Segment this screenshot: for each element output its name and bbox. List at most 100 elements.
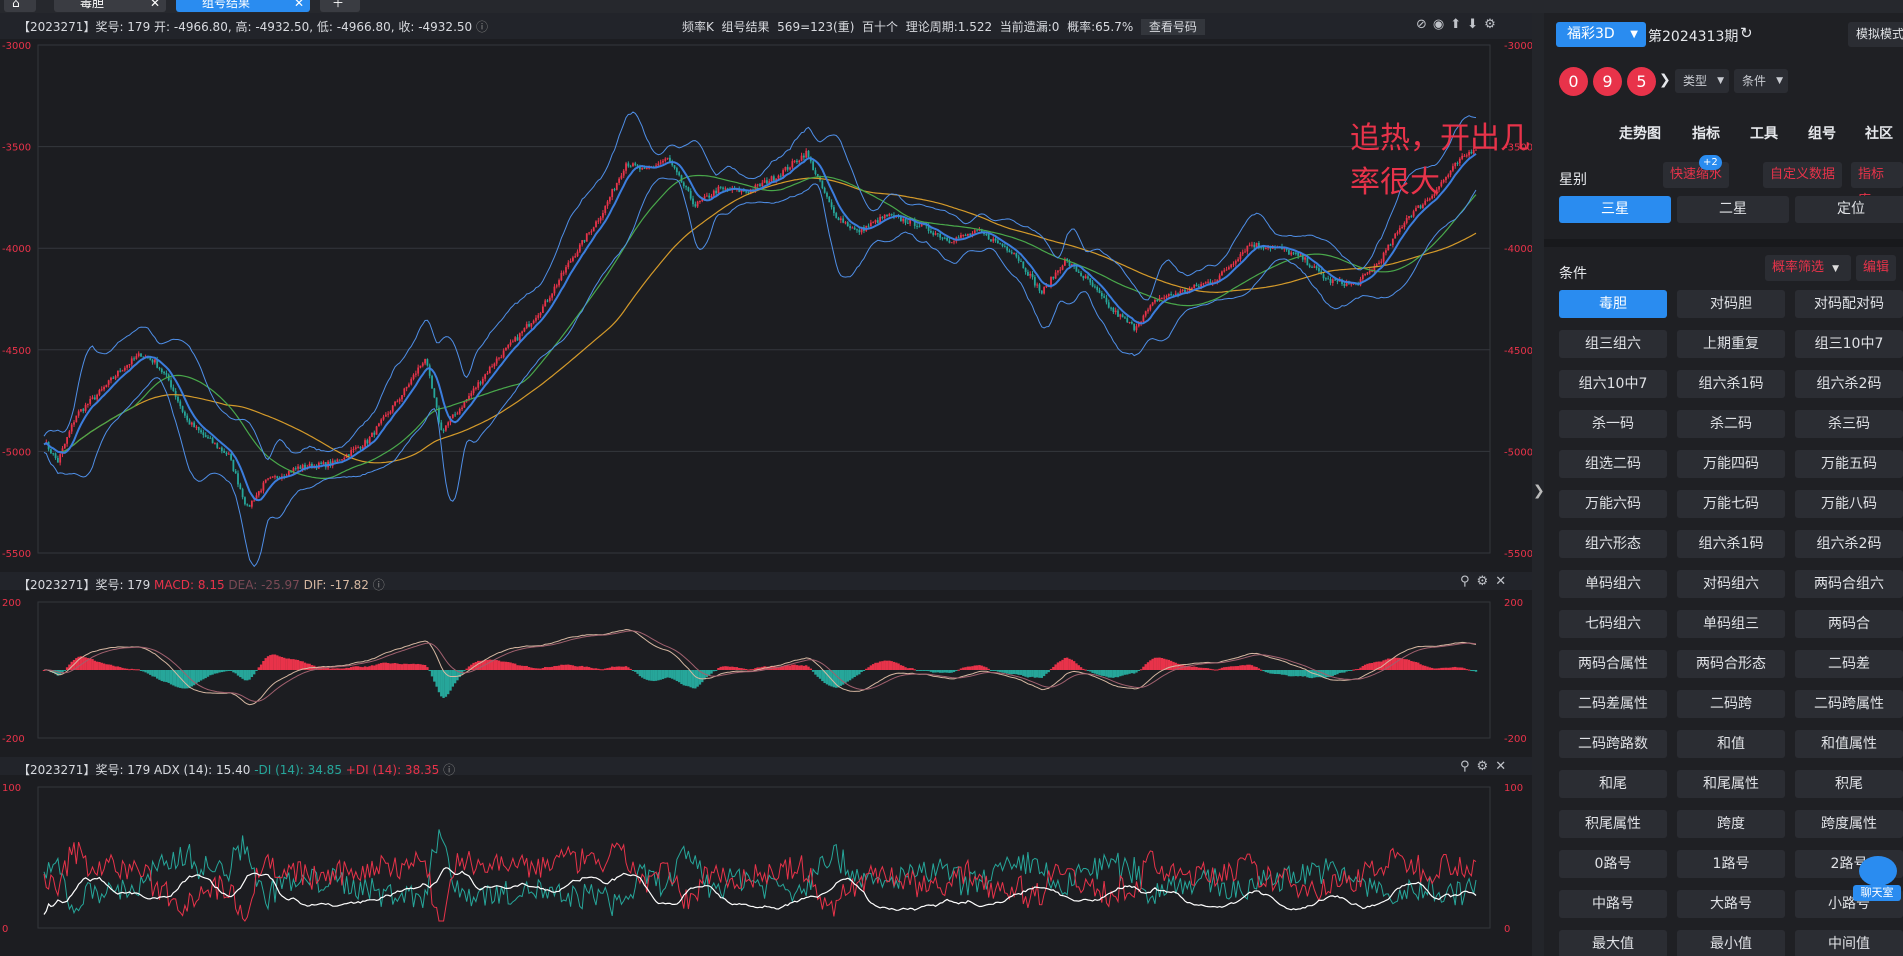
- nav-community[interactable]: 社区: [1865, 123, 1893, 143]
- condition-button[interactable]: 两码合属性: [1559, 650, 1667, 678]
- star-tab-two[interactable]: 二星: [1677, 196, 1789, 223]
- cond-select[interactable]: 条件 ▼: [1734, 69, 1788, 93]
- condition-button[interactable]: 和尾属性: [1677, 770, 1785, 798]
- mode-button[interactable]: 模拟模式: [1848, 22, 1903, 47]
- condition-button[interactable]: 两码合形态: [1677, 650, 1785, 678]
- candle-body: [1052, 276, 1055, 279]
- prob-filter-select[interactable]: 概率筛选 ▼: [1765, 255, 1851, 281]
- condition-button[interactable]: 对码组六: [1677, 570, 1785, 598]
- eye-icon[interactable]: ◉: [1433, 17, 1450, 32]
- condition-button[interactable]: 万能五码: [1795, 450, 1903, 478]
- add-tab-button[interactable]: ＋: [320, 0, 360, 12]
- condition-button[interactable]: 0路号: [1559, 850, 1667, 878]
- star-tab-position[interactable]: 定位: [1795, 196, 1903, 223]
- condition-button[interactable]: 跨度属性: [1795, 810, 1903, 838]
- help-icon[interactable]: ⓘ: [373, 578, 385, 592]
- condition-button[interactable]: 最大值: [1559, 930, 1667, 956]
- gear-icon[interactable]: ⚙: [1484, 17, 1502, 32]
- condition-button[interactable]: 组六杀2码: [1795, 530, 1903, 558]
- condition-button[interactable]: 七码组六: [1559, 610, 1667, 638]
- condition-button[interactable]: 万能七码: [1677, 490, 1785, 518]
- candle-body: [1149, 305, 1152, 310]
- condition-button[interactable]: 二码差: [1795, 650, 1903, 678]
- condition-button[interactable]: 最小值: [1677, 930, 1785, 956]
- chevron-right-icon[interactable]: ❯: [1659, 72, 1671, 88]
- condition-button[interactable]: 单码组三: [1677, 610, 1785, 638]
- condition-button[interactable]: 组三组六: [1559, 330, 1667, 358]
- candle-body: [842, 218, 845, 223]
- candle-body: [200, 430, 202, 433]
- nav-group[interactable]: 组号: [1808, 123, 1836, 143]
- eraser-icon[interactable]: ⊘: [1416, 17, 1433, 32]
- condition-button[interactable]: 组六杀1码: [1677, 370, 1785, 398]
- macd-bar: [88, 658, 92, 670]
- condition-button[interactable]: 杀二码: [1677, 410, 1785, 438]
- condition-button[interactable]: 二码差属性: [1559, 690, 1667, 718]
- arrow-up-icon[interactable]: ⬆: [1450, 17, 1467, 32]
- chat-widget[interactable]: 聊天室: [1853, 856, 1901, 904]
- condition-button[interactable]: 杀三码: [1795, 410, 1903, 438]
- condition-button[interactable]: 二码跨路数: [1559, 730, 1667, 758]
- nav-tools[interactable]: 工具: [1750, 123, 1778, 143]
- gear-icon[interactable]: ⚙: [1477, 574, 1496, 589]
- condition-button[interactable]: 积尾: [1795, 770, 1903, 798]
- condition-button[interactable]: 单码组六: [1559, 570, 1667, 598]
- condition-button[interactable]: 万能四码: [1677, 450, 1785, 478]
- arrow-down-icon[interactable]: ⬇: [1467, 17, 1484, 32]
- condition-button[interactable]: 组六杀2码: [1795, 370, 1903, 398]
- condition-button[interactable]: 组六10中7: [1559, 370, 1667, 398]
- tab-group-result[interactable]: 组号结果 ✕: [176, 0, 310, 12]
- condition-button[interactable]: 和值: [1677, 730, 1785, 758]
- condition-button[interactable]: 毒胆: [1559, 290, 1667, 318]
- pin-icon[interactable]: ⚲: [1460, 759, 1477, 774]
- help-icon[interactable]: ⓘ: [476, 20, 488, 34]
- indicator-lib-button[interactable]: 指标库: [1851, 162, 1903, 208]
- close-icon[interactable]: ✕: [1495, 759, 1513, 774]
- condition-button[interactable]: 组选二码: [1559, 450, 1667, 478]
- condition-button[interactable]: 跨度: [1677, 810, 1785, 838]
- custom-data-button[interactable]: 自定义数据: [1763, 162, 1843, 188]
- refresh-icon[interactable]: ↻: [1740, 24, 1753, 42]
- condition-button[interactable]: 中间值: [1795, 930, 1903, 956]
- condition-button[interactable]: 两码合组六: [1795, 570, 1903, 598]
- nav-indicator[interactable]: 指标: [1692, 123, 1720, 143]
- tab-dudan[interactable]: 毒胆 ✕: [54, 0, 166, 12]
- edit-button[interactable]: 编辑: [1856, 255, 1897, 281]
- condition-button[interactable]: 二码跨: [1677, 690, 1785, 718]
- nav-trend[interactable]: 走势图: [1619, 123, 1661, 143]
- pin-icon[interactable]: ⚲: [1460, 574, 1477, 589]
- condition-button[interactable]: 二码跨属性: [1795, 690, 1903, 718]
- home-tab[interactable]: ⌂: [4, 0, 36, 12]
- chevron-right-icon[interactable]: ❯: [1533, 483, 1545, 499]
- condition-button[interactable]: 对码配对码: [1795, 290, 1903, 318]
- condition-button[interactable]: 上期重复: [1677, 330, 1785, 358]
- close-icon[interactable]: ✕: [150, 0, 160, 12]
- lottery-select[interactable]: 福彩3D ▼: [1556, 22, 1646, 47]
- condition-button[interactable]: 中路号: [1559, 890, 1667, 918]
- condition-button[interactable]: 积尾属性: [1559, 810, 1667, 838]
- condition-button[interactable]: 杀一码: [1559, 410, 1667, 438]
- macd-bar: [493, 660, 496, 670]
- condition-button[interactable]: 两码合: [1795, 610, 1903, 638]
- condition-button[interactable]: 和值属性: [1795, 730, 1903, 758]
- condition-button[interactable]: 和尾: [1559, 770, 1667, 798]
- gear-icon[interactable]: ⚙: [1477, 759, 1496, 774]
- candle-body: [1403, 223, 1406, 228]
- condition-button[interactable]: 组六杀1码: [1677, 530, 1785, 558]
- condition-button[interactable]: 万能八码: [1795, 490, 1903, 518]
- type-select[interactable]: 类型 ▼: [1675, 69, 1729, 93]
- close-icon[interactable]: ✕: [294, 0, 304, 12]
- condition-button[interactable]: 1路号: [1677, 850, 1785, 878]
- condition-button[interactable]: 大路号: [1677, 890, 1785, 918]
- close-icon[interactable]: ✕: [1495, 574, 1513, 589]
- condition-button[interactable]: 组六形态: [1559, 530, 1667, 558]
- condition-button[interactable]: 万能六码: [1559, 490, 1667, 518]
- help-icon[interactable]: ⓘ: [443, 763, 455, 777]
- macd-bar: [622, 666, 625, 670]
- star-tab-three[interactable]: 三星: [1559, 196, 1671, 223]
- panel-divider[interactable]: ❯: [1532, 13, 1545, 956]
- condition-button[interactable]: 组三10中7: [1795, 330, 1903, 358]
- main-chart[interactable]: -3000 -3000-3500 -3500-4000 -4000-4500 -4500…: [0, 13, 1532, 956]
- query-button[interactable]: 查看号码: [1140, 19, 1205, 35]
- condition-button[interactable]: 对码胆: [1677, 290, 1785, 318]
